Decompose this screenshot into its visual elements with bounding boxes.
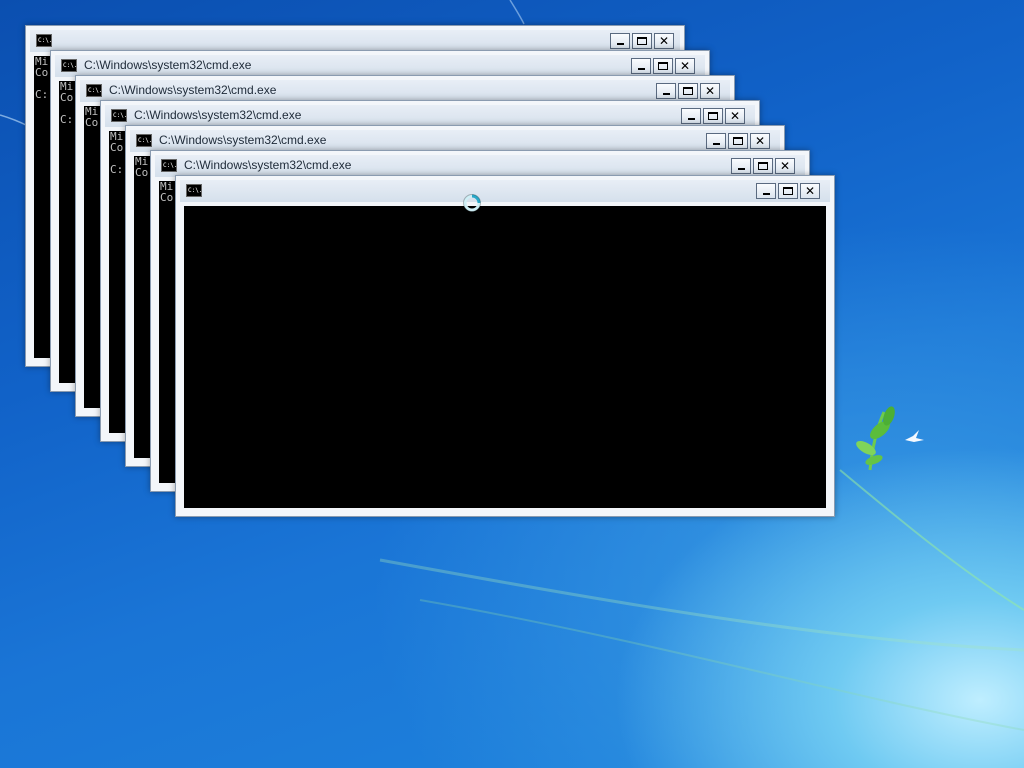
minimize-button[interactable] bbox=[706, 133, 726, 149]
title-bar[interactable]: C:\. C:\Windows\system32\cmd.exe ✕ bbox=[155, 155, 805, 177]
maximize-button[interactable] bbox=[728, 133, 748, 149]
close-button[interactable]: ✕ bbox=[700, 83, 720, 99]
window-title: C:\Windows\system32\cmd.exe bbox=[84, 58, 252, 72]
maximize-button[interactable] bbox=[778, 183, 798, 199]
window-title: C:\Windows\system32\cmd.exe bbox=[134, 108, 302, 122]
close-button[interactable]: ✕ bbox=[654, 33, 674, 49]
title-bar[interactable]: C:\. C:\Windows\system32\cmd.exe ✕ bbox=[105, 105, 755, 127]
cmd-icon[interactable]: C:\. bbox=[136, 134, 152, 147]
title-bar[interactable]: C:\. ✕ bbox=[30, 30, 680, 52]
maximize-button[interactable] bbox=[678, 83, 698, 99]
window-title: C:\Windows\system32\cmd.exe bbox=[159, 133, 327, 147]
busy-cursor-icon bbox=[463, 194, 481, 212]
minimize-button[interactable] bbox=[610, 33, 630, 49]
cmd-icon[interactable]: C:\. bbox=[111, 109, 127, 122]
maximize-button[interactable] bbox=[703, 108, 723, 124]
maximize-button[interactable] bbox=[653, 58, 673, 74]
close-button[interactable]: ✕ bbox=[750, 133, 770, 149]
cmd-icon[interactable]: C:\. bbox=[186, 184, 202, 197]
close-button[interactable]: ✕ bbox=[725, 108, 745, 124]
window-controls: ✕ bbox=[754, 183, 820, 199]
cmd-icon[interactable]: C:\. bbox=[36, 34, 52, 47]
console-output[interactable] bbox=[184, 206, 826, 508]
logo-plant-icon bbox=[856, 406, 924, 471]
cmd-icon[interactable]: C:\. bbox=[86, 84, 102, 97]
maximize-button[interactable] bbox=[632, 33, 652, 49]
window-controls: ✕ bbox=[654, 83, 720, 99]
cmd-icon[interactable]: C:\. bbox=[161, 159, 177, 172]
minimize-button[interactable] bbox=[731, 158, 751, 174]
cmd-window[interactable]: C:\. ✕ bbox=[175, 175, 835, 517]
title-bar[interactable]: C:\. C:\Windows\system32\cmd.exe ✕ bbox=[130, 130, 780, 152]
window-title: C:\Windows\system32\cmd.exe bbox=[184, 158, 352, 172]
close-button[interactable]: ✕ bbox=[775, 158, 795, 174]
maximize-button[interactable] bbox=[753, 158, 773, 174]
close-button[interactable]: ✕ bbox=[800, 183, 820, 199]
minimize-button[interactable] bbox=[656, 83, 676, 99]
window-controls: ✕ bbox=[729, 158, 795, 174]
minimize-button[interactable] bbox=[681, 108, 701, 124]
minimize-button[interactable] bbox=[756, 183, 776, 199]
window-title: C:\Windows\system32\cmd.exe bbox=[109, 83, 277, 97]
window-controls: ✕ bbox=[679, 108, 745, 124]
cmd-icon[interactable]: C:\. bbox=[61, 59, 77, 72]
title-bar[interactable]: C:\. ✕ bbox=[180, 180, 830, 202]
minimize-button[interactable] bbox=[631, 58, 651, 74]
window-controls: ✕ bbox=[608, 33, 674, 49]
title-bar[interactable]: C:\. C:\Windows\system32\cmd.exe ✕ bbox=[80, 80, 730, 102]
close-button[interactable]: ✕ bbox=[675, 58, 695, 74]
window-controls: ✕ bbox=[629, 58, 695, 74]
title-bar[interactable]: C:\. C:\Windows\system32\cmd.exe ✕ bbox=[55, 55, 705, 77]
window-controls: ✕ bbox=[704, 133, 770, 149]
